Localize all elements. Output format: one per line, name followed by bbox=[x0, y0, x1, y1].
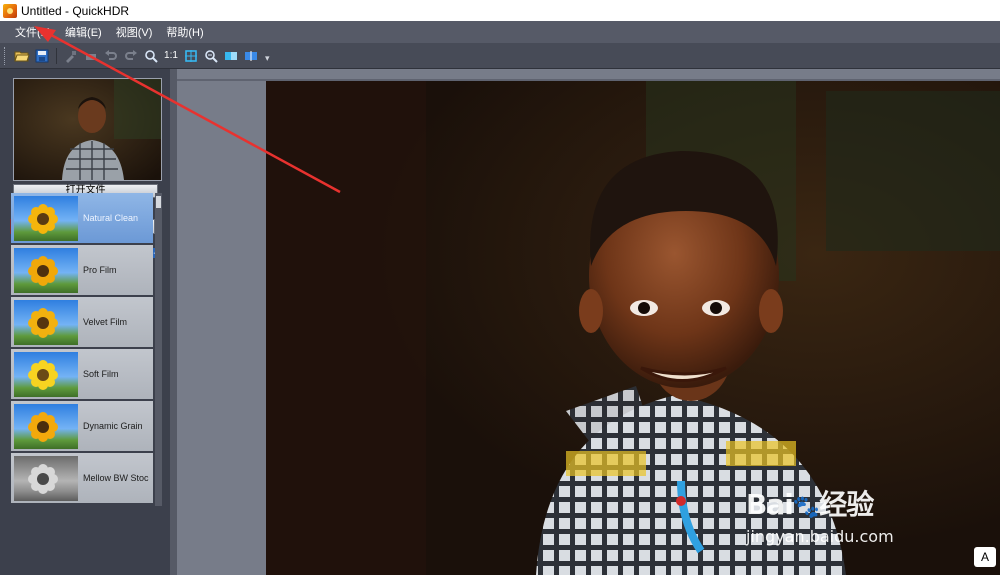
fit-icon[interactable] bbox=[182, 47, 200, 65]
preset-label: Dynamic Grain bbox=[83, 421, 143, 431]
toolbar-separator bbox=[56, 47, 57, 64]
menu-view[interactable]: 视图(V) bbox=[109, 24, 160, 40]
toolbar-overflow-button[interactable]: ▾ bbox=[265, 53, 270, 64]
preset-label: Mellow BW Stoc bbox=[83, 473, 149, 483]
preset-label: Velvet Film bbox=[83, 317, 128, 327]
preview-thumbnail bbox=[13, 78, 162, 181]
preset-item-soft-film[interactable]: Soft Film bbox=[11, 349, 153, 399]
compare-icon[interactable] bbox=[222, 47, 240, 65]
toolbar-grip[interactable] bbox=[4, 46, 8, 65]
sunflower-thumbnail-icon bbox=[14, 403, 78, 449]
split-view-icon[interactable] bbox=[242, 47, 260, 65]
zoom-in-icon[interactable] bbox=[142, 47, 160, 65]
sunflower-thumbnail-icon bbox=[14, 299, 78, 345]
preset-label: Soft Film bbox=[83, 369, 119, 379]
panel-splitter[interactable] bbox=[170, 69, 177, 575]
save-icon[interactable] bbox=[33, 47, 51, 65]
preset-item-dynamic-grain[interactable]: Dynamic Grain bbox=[11, 401, 153, 451]
window-title: Untitled - QuickHDR bbox=[21, 3, 130, 18]
sunflower-thumbnail-icon bbox=[14, 195, 78, 241]
preset-item-pro-film[interactable]: Pro Film bbox=[11, 245, 153, 295]
menu-help[interactable]: 帮助(H) bbox=[159, 24, 210, 40]
app-icon bbox=[3, 3, 17, 18]
open-icon[interactable] bbox=[13, 47, 31, 65]
title-bar: Untitled - QuickHDR bbox=[0, 0, 1000, 21]
preset-item-mellow-bw-stock[interactable]: Mellow BW Stoc bbox=[11, 453, 153, 503]
baidu-watermark: Bai🐾经验 jingyan.baidu.com bbox=[746, 483, 946, 553]
watermark-site: jingyan.baidu.com bbox=[746, 527, 894, 546]
preset-item-velvet-film[interactable]: Velvet Film bbox=[11, 297, 153, 347]
preset-label: Pro Film bbox=[83, 265, 117, 275]
redo-icon[interactable] bbox=[122, 47, 140, 65]
preset-item-natural-clean[interactable]: Natural Clean bbox=[11, 193, 153, 243]
watermark-badge: A bbox=[974, 547, 996, 567]
menu-bar: 文件(F) 编辑(E) 视图(V) 帮助(H) bbox=[0, 21, 1000, 43]
menu-file[interactable]: 文件(F) bbox=[8, 24, 58, 40]
brush-icon[interactable] bbox=[62, 47, 80, 65]
presets-scrollbar-thumb[interactable] bbox=[156, 196, 161, 208]
paw-icon: 🐾 bbox=[792, 495, 820, 520]
preset-label: Natural Clean bbox=[83, 213, 139, 223]
sunflower-thumbnail-icon bbox=[14, 455, 78, 501]
watermark-logo: Bai🐾经验 bbox=[746, 488, 874, 521]
presets-list: Natural Clean Pro Film Velvet Film Soft … bbox=[11, 193, 153, 506]
sunflower-thumbnail-icon bbox=[14, 247, 78, 293]
undo-icon[interactable] bbox=[102, 47, 120, 65]
actual-size-button[interactable]: 1:1 bbox=[161, 50, 181, 61]
zoom-out-icon[interactable] bbox=[202, 47, 220, 65]
sunflower-thumbnail-icon bbox=[14, 351, 78, 397]
menu-edit[interactable]: 编辑(E) bbox=[58, 24, 109, 40]
toolbar: 1:1 ▾ bbox=[0, 43, 1000, 69]
presets-scrollbar[interactable] bbox=[155, 193, 162, 506]
eraser-icon[interactable] bbox=[82, 47, 100, 65]
